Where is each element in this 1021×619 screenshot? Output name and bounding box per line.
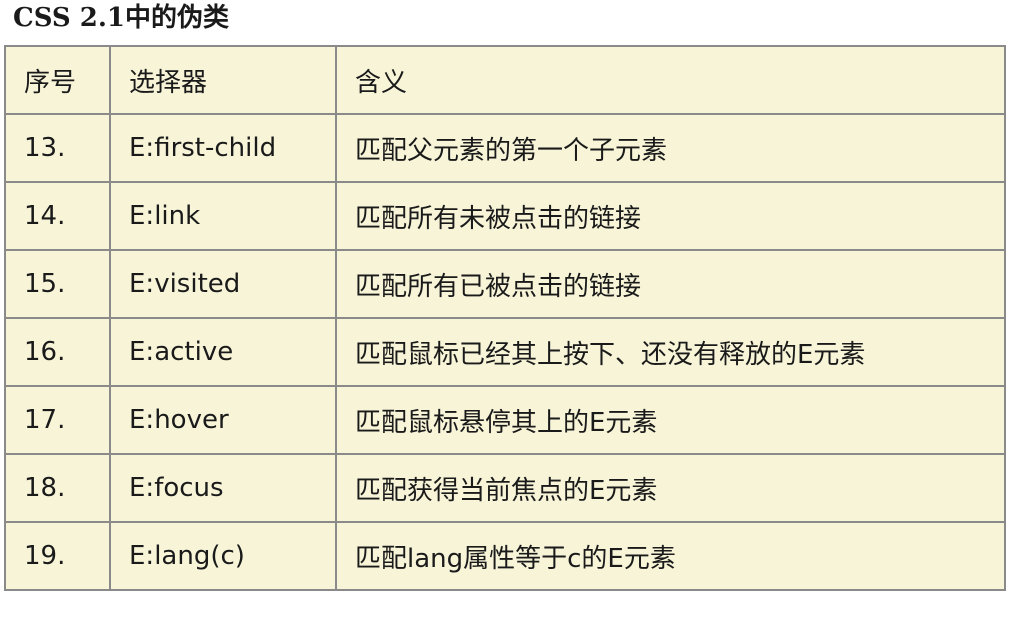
row-meaning: 匹配鼠标已经其上按下、还没有释放的E元素 xyxy=(335,317,1006,387)
table-row: 18. E:focus 匹配获得当前焦点的E元素 xyxy=(4,453,1006,523)
row-selector: E:link xyxy=(109,181,337,251)
pseudo-class-table: 序号 选择器 含义 13. E:first-child 匹配父元素的第一个子元素… xyxy=(4,45,1006,591)
row-meaning: 匹配lang属性等于c的E元素 xyxy=(335,521,1006,591)
table-row: 19. E:lang(c) 匹配lang属性等于c的E元素 xyxy=(4,521,1006,591)
row-number: 15. xyxy=(4,249,111,319)
table-header-row: 序号 选择器 含义 xyxy=(4,45,1006,115)
row-meaning: 匹配鼠标悬停其上的E元素 xyxy=(335,385,1006,455)
row-selector: E:lang(c) xyxy=(109,521,337,591)
row-selector: E:focus xyxy=(109,453,337,523)
row-meaning: 匹配所有已被点击的链接 xyxy=(335,249,1006,319)
column-header-selector: 选择器 xyxy=(109,45,337,115)
row-selector: E:active xyxy=(109,317,337,387)
row-number: 13. xyxy=(4,113,111,183)
table-row: 16. E:active 匹配鼠标已经其上按下、还没有释放的E元素 xyxy=(4,317,1006,387)
row-number: 18. xyxy=(4,453,111,523)
row-selector: E:visited xyxy=(109,249,337,319)
row-selector: E:first-child xyxy=(109,113,337,183)
table-row: 15. E:visited 匹配所有已被点击的链接 xyxy=(4,249,1006,319)
table-row: 14. E:link 匹配所有未被点击的链接 xyxy=(4,181,1006,251)
row-meaning: 匹配获得当前焦点的E元素 xyxy=(335,453,1006,523)
row-meaning: 匹配父元素的第一个子元素 xyxy=(335,113,1006,183)
row-number: 19. xyxy=(4,521,111,591)
row-selector: E:hover xyxy=(109,385,337,455)
column-header-number: 序号 xyxy=(4,45,111,115)
row-number: 14. xyxy=(4,181,111,251)
row-number: 17. xyxy=(4,385,111,455)
column-header-meaning: 含义 xyxy=(335,45,1006,115)
table-row: 17. E:hover 匹配鼠标悬停其上的E元素 xyxy=(4,385,1006,455)
row-number: 16. xyxy=(4,317,111,387)
table-row: 13. E:first-child 匹配父元素的第一个子元素 xyxy=(4,113,1006,183)
page-title: CSS 2.1中的伪类 xyxy=(13,3,229,33)
row-meaning: 匹配所有未被点击的链接 xyxy=(335,181,1006,251)
